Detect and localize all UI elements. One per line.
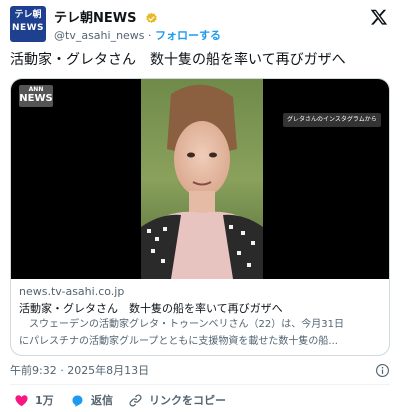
separator: · — [148, 29, 152, 42]
x-logo-icon[interactable] — [370, 8, 388, 26]
display-name[interactable]: テレ朝NEWS — [54, 11, 136, 27]
like-count: 1万 — [35, 394, 54, 407]
divider — [10, 384, 390, 385]
handle[interactable]: @tv_asahi_news — [54, 29, 145, 42]
ann-news-logo: ANN NEWS — [19, 85, 53, 107]
action-bar: 1万 返信 リンクをコピー — [10, 391, 390, 409]
reply-label: 返信 — [91, 394, 113, 407]
link-card[interactable]: ANN NEWS グレタさんのインスタグラムから news.tv-asahi.c… — [10, 78, 390, 356]
card-description-line1: スウェーデンの活動家グレタ・トゥーンベリさん（22）は、今月31日 — [19, 319, 344, 330]
card-info[interactable]: news.tv-asahi.co.jp 活動家・グレタさん 数十隻の船を率いて再… — [11, 279, 389, 355]
handle-row: @tv_asahi_news · フォローする — [54, 28, 221, 44]
info-icon[interactable] — [375, 363, 390, 378]
video-frame-photo — [141, 79, 263, 279]
card-title: 活動家・グレタさん 数十隻の船を率いて再びガザへ — [19, 302, 283, 315]
card-domain: news.tv-asahi.co.jp — [19, 285, 125, 298]
media-caption: グレタさんのインスタグラムから — [283, 113, 381, 127]
verified-badge-icon — [145, 12, 157, 23]
account-names: テレ朝NEWS @tv_asahi_news · フォローする — [54, 8, 221, 44]
tweet-header: テレ朝 NEWS テレ朝NEWS @tv_asahi_news · フォローする — [10, 6, 390, 44]
heart-icon — [15, 394, 28, 406]
logo-text-top: ANN — [28, 86, 44, 93]
card-description-line2: にパレスチナの活動家グループとともに支援物資を載せた数十隻の船... — [19, 336, 338, 347]
avatar-text-bottom: NEWS — [11, 23, 45, 33]
link-icon — [129, 394, 142, 406]
avatar[interactable]: テレ朝 NEWS — [10, 6, 46, 42]
copy-link-button[interactable]: リンクをコピー — [128, 391, 226, 409]
reply-button[interactable]: 返信 — [70, 391, 113, 409]
like-button[interactable]: 1万 — [14, 391, 54, 409]
tweet-text: 活動家・グレタさん 数十隻の船を率いて再びガザへ — [10, 52, 346, 68]
logo-text-main: NEWS — [19, 93, 53, 104]
reply-icon — [72, 395, 83, 407]
follow-button[interactable]: フォローする — [155, 29, 221, 42]
card-media[interactable]: ANN NEWS グレタさんのインスタグラムから — [11, 79, 389, 279]
copy-link-label: リンクをコピー — [149, 394, 226, 407]
avatar-text-top: テレ朝 — [14, 10, 42, 20]
timestamp[interactable]: 午前9:32 · 2025年8月13日 — [10, 364, 149, 378]
